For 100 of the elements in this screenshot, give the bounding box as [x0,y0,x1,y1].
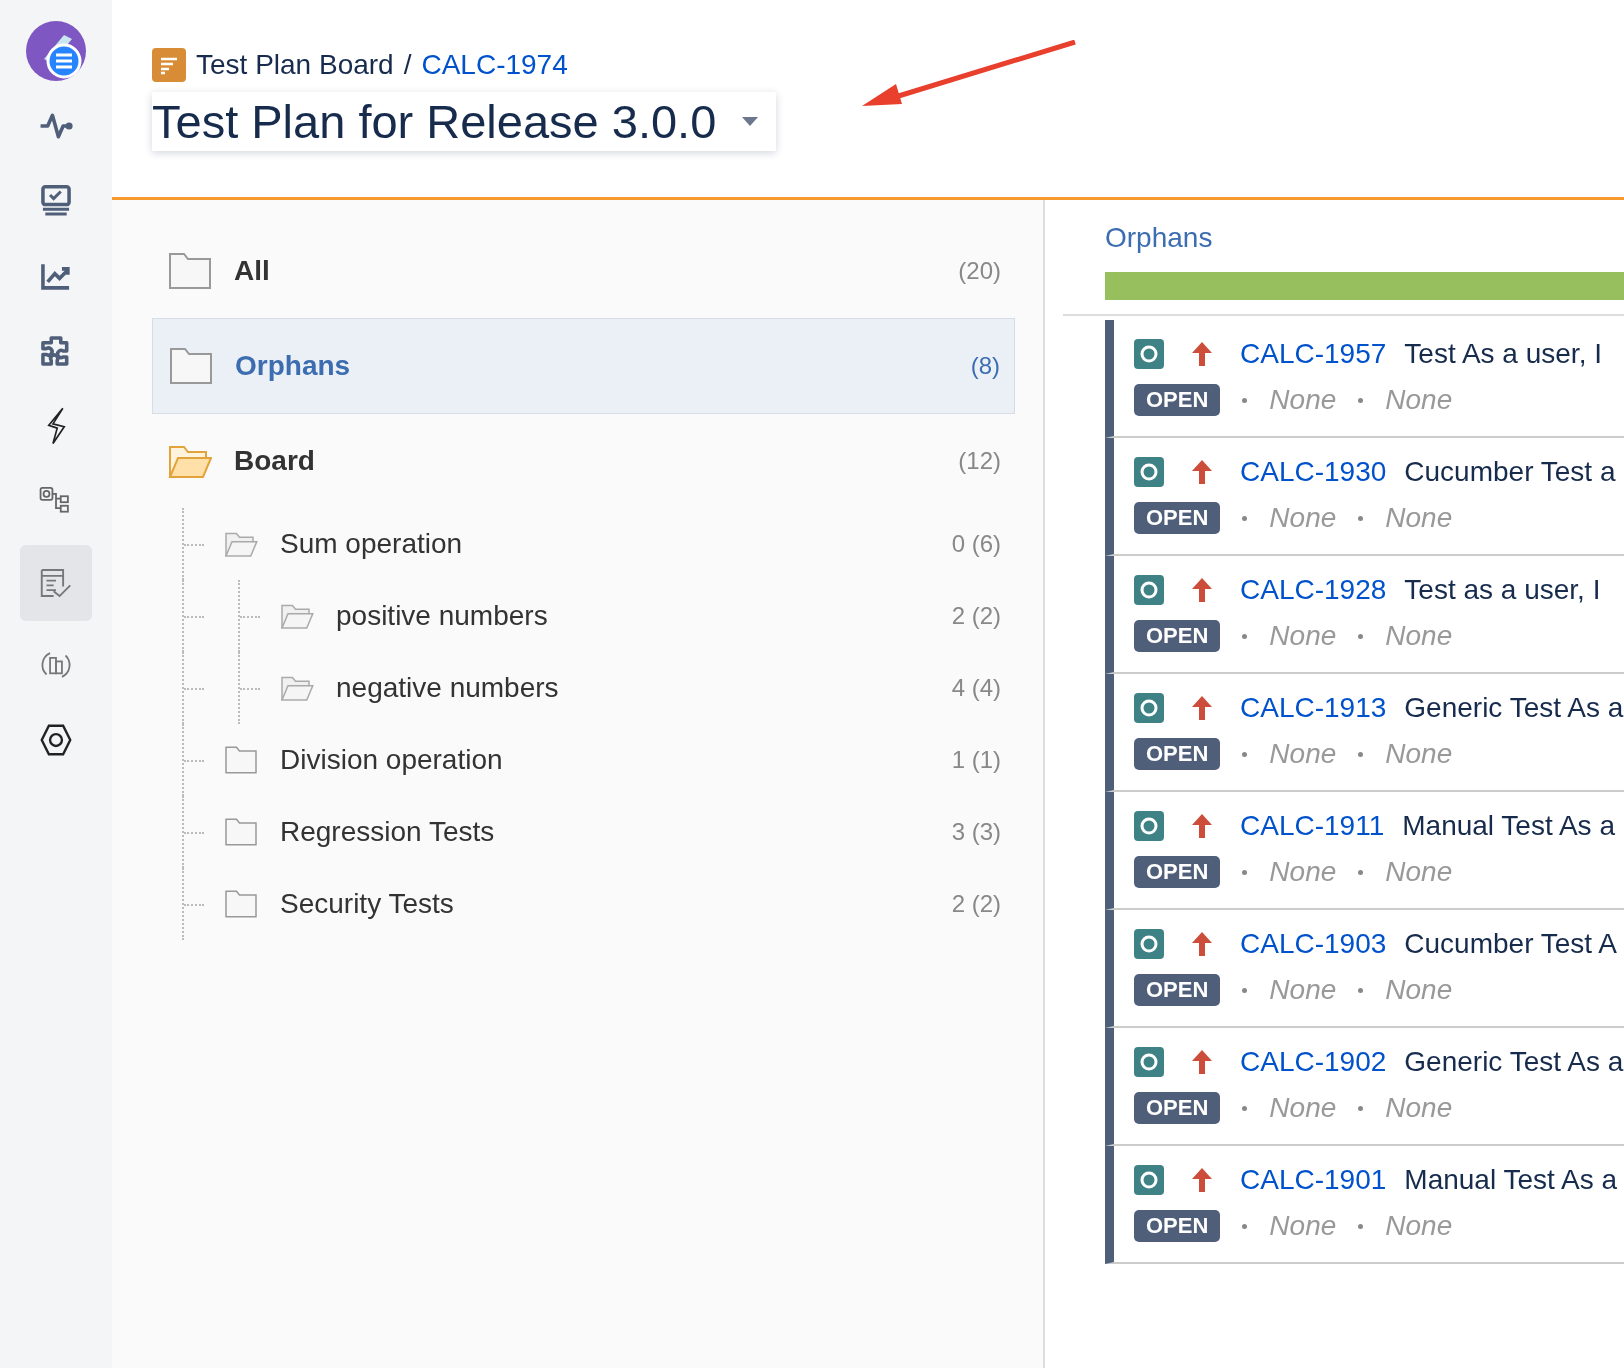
field-value: None [1385,1210,1453,1242]
tree-item[interactable]: negative numbers 4 (4) [152,652,1015,724]
issue-key-link[interactable]: CALC-1957 [1240,338,1387,370]
field-value: None [1385,974,1453,1006]
lightning-icon [46,407,66,445]
field-value: None [1385,502,1453,534]
folder-label: Board [234,445,316,477]
breadcrumb-link[interactable]: Test Plan Board [196,49,394,81]
field-value: None [1269,974,1337,1006]
status-lozenge: OPEN [1134,384,1221,416]
field-value: None [1385,620,1453,652]
field-value: None [1385,384,1453,416]
separator-dot [1242,1223,1248,1229]
folder-icon [169,346,213,386]
issue-key-link[interactable]: CALC-1974 [421,49,568,81]
field-value: None [1269,1092,1337,1124]
separator-dot [1358,869,1364,875]
folder-label: Regression Tests [280,816,496,848]
folder-label: Orphans [235,350,352,382]
test-type-icon [1134,339,1164,369]
separator-dot [1242,987,1248,993]
folder-icon [224,889,258,919]
folder-label: positive numbers [336,600,549,632]
tree-item[interactable]: Board (12) [152,414,1015,508]
issue-summary: Generic Test As a [1404,1046,1624,1078]
app-logo-icon [24,19,88,83]
status-lozenge: OPEN [1134,502,1221,534]
field-value: None [1385,738,1453,770]
separator-dot [1358,1105,1364,1111]
test-type-icon [1134,1165,1164,1195]
separator-dot [1242,515,1248,521]
status-lozenge: OPEN [1134,620,1221,652]
issue-summary: Generic Test As a [1404,692,1624,724]
issue-key-link[interactable]: CALC-1911 [1240,810,1385,842]
test-type-icon [1134,575,1164,605]
tree-item[interactable]: Regression Tests 3 (3) [152,796,1015,868]
folder-label: Security Tests [280,888,455,920]
tree-item[interactable]: Security Tests 2 (2) [152,868,1015,940]
status-lozenge: OPEN [1134,1210,1221,1242]
test-type-icon [1134,1047,1164,1077]
issue-summary: Test As a user, I [1404,338,1602,370]
folder-label: All [234,255,271,287]
separator-dot [1358,633,1364,639]
issue-key-link[interactable]: CALC-1903 [1240,928,1387,960]
separator-dot [1358,987,1364,993]
separator-dot [1242,397,1248,403]
field-value: None [1269,1210,1337,1242]
issue-card[interactable]: CALC-1911 Manual Test As a OPEN None None [1105,792,1624,910]
issue-card[interactable]: CALC-1903 Cucumber Test A OPEN None None [1105,910,1624,1028]
test-type-icon [1134,811,1164,841]
test-count: (12) [958,447,1001,475]
test-count: 3 (3) [951,818,1001,846]
separator-dot [1242,633,1248,639]
issue-card[interactable]: CALC-1928 Test as a user, I OPEN None None [1105,556,1624,674]
test-count: (8) [970,352,1000,380]
issue-key-link[interactable]: CALC-1901 [1240,1164,1387,1196]
panel-title: Orphans [1105,222,1214,254]
folder-icon [168,251,212,291]
tree-item[interactable]: Division operation 1 (1) [152,724,1015,796]
issue-card[interactable]: CALC-1913 Generic Test As a OPEN None None [1105,674,1624,792]
field-value: None [1385,856,1453,888]
issue-key-link[interactable]: CALC-1928 [1240,574,1387,606]
separator-dot [1358,515,1364,521]
field-value: None [1269,738,1337,770]
issue-summary: Cucumber Test a [1404,456,1616,488]
issue-card[interactable]: CALC-1930 Cucumber Test a OPEN None None [1105,438,1624,556]
tree-item[interactable]: All (20) [152,224,1015,318]
issue-key-link[interactable]: CALC-1930 [1240,456,1387,488]
issue-key-link[interactable]: CALC-1913 [1240,692,1387,724]
separator-dot [1242,869,1248,875]
issue-key-link[interactable]: CALC-1902 [1240,1046,1387,1078]
breadcrumb-separator: / [403,49,412,81]
separator-dot [1242,751,1248,757]
folder-label: negative numbers [336,672,560,704]
separator-dot [1242,1105,1248,1111]
tree-item[interactable]: Sum operation 0 (6) [152,508,1015,580]
field-value: None [1269,502,1337,534]
test-count: 1 (1) [951,746,1001,774]
status-lozenge: OPEN [1134,974,1221,1006]
folder-icon [224,745,258,775]
board-icon [152,48,186,82]
separator-dot [1358,1223,1364,1229]
tree-item[interactable]: positive numbers 2 (2) [152,580,1015,652]
issue-card[interactable]: CALC-1957 Test As a user, I OPEN None None [1105,320,1624,438]
separator-dot [1358,397,1364,403]
field-value: None [1385,1092,1453,1124]
test-type-icon [1134,693,1164,723]
issue-card[interactable]: CALC-1902 Generic Test As a OPEN None None [1105,1028,1624,1146]
test-type-icon [1134,457,1164,487]
test-plan-selector[interactable]: Test Plan for Release 3.0.0 [152,92,777,151]
test-count: 2 (2) [951,890,1001,918]
issue-summary: Test as a user, I [1404,574,1601,606]
issue-card[interactable]: CALC-1901 Manual Test As a OPEN None None [1105,1146,1624,1264]
issue-summary: Cucumber Test A [1404,928,1617,960]
separator-dot [1358,751,1364,757]
issue-summary: Manual Test As a [1402,810,1615,842]
folder-label: Sum operation [280,528,464,560]
tree-item[interactable]: Orphans (8) [152,318,1015,414]
status-lozenge: OPEN [1134,738,1221,770]
status-lozenge: OPEN [1134,856,1221,888]
